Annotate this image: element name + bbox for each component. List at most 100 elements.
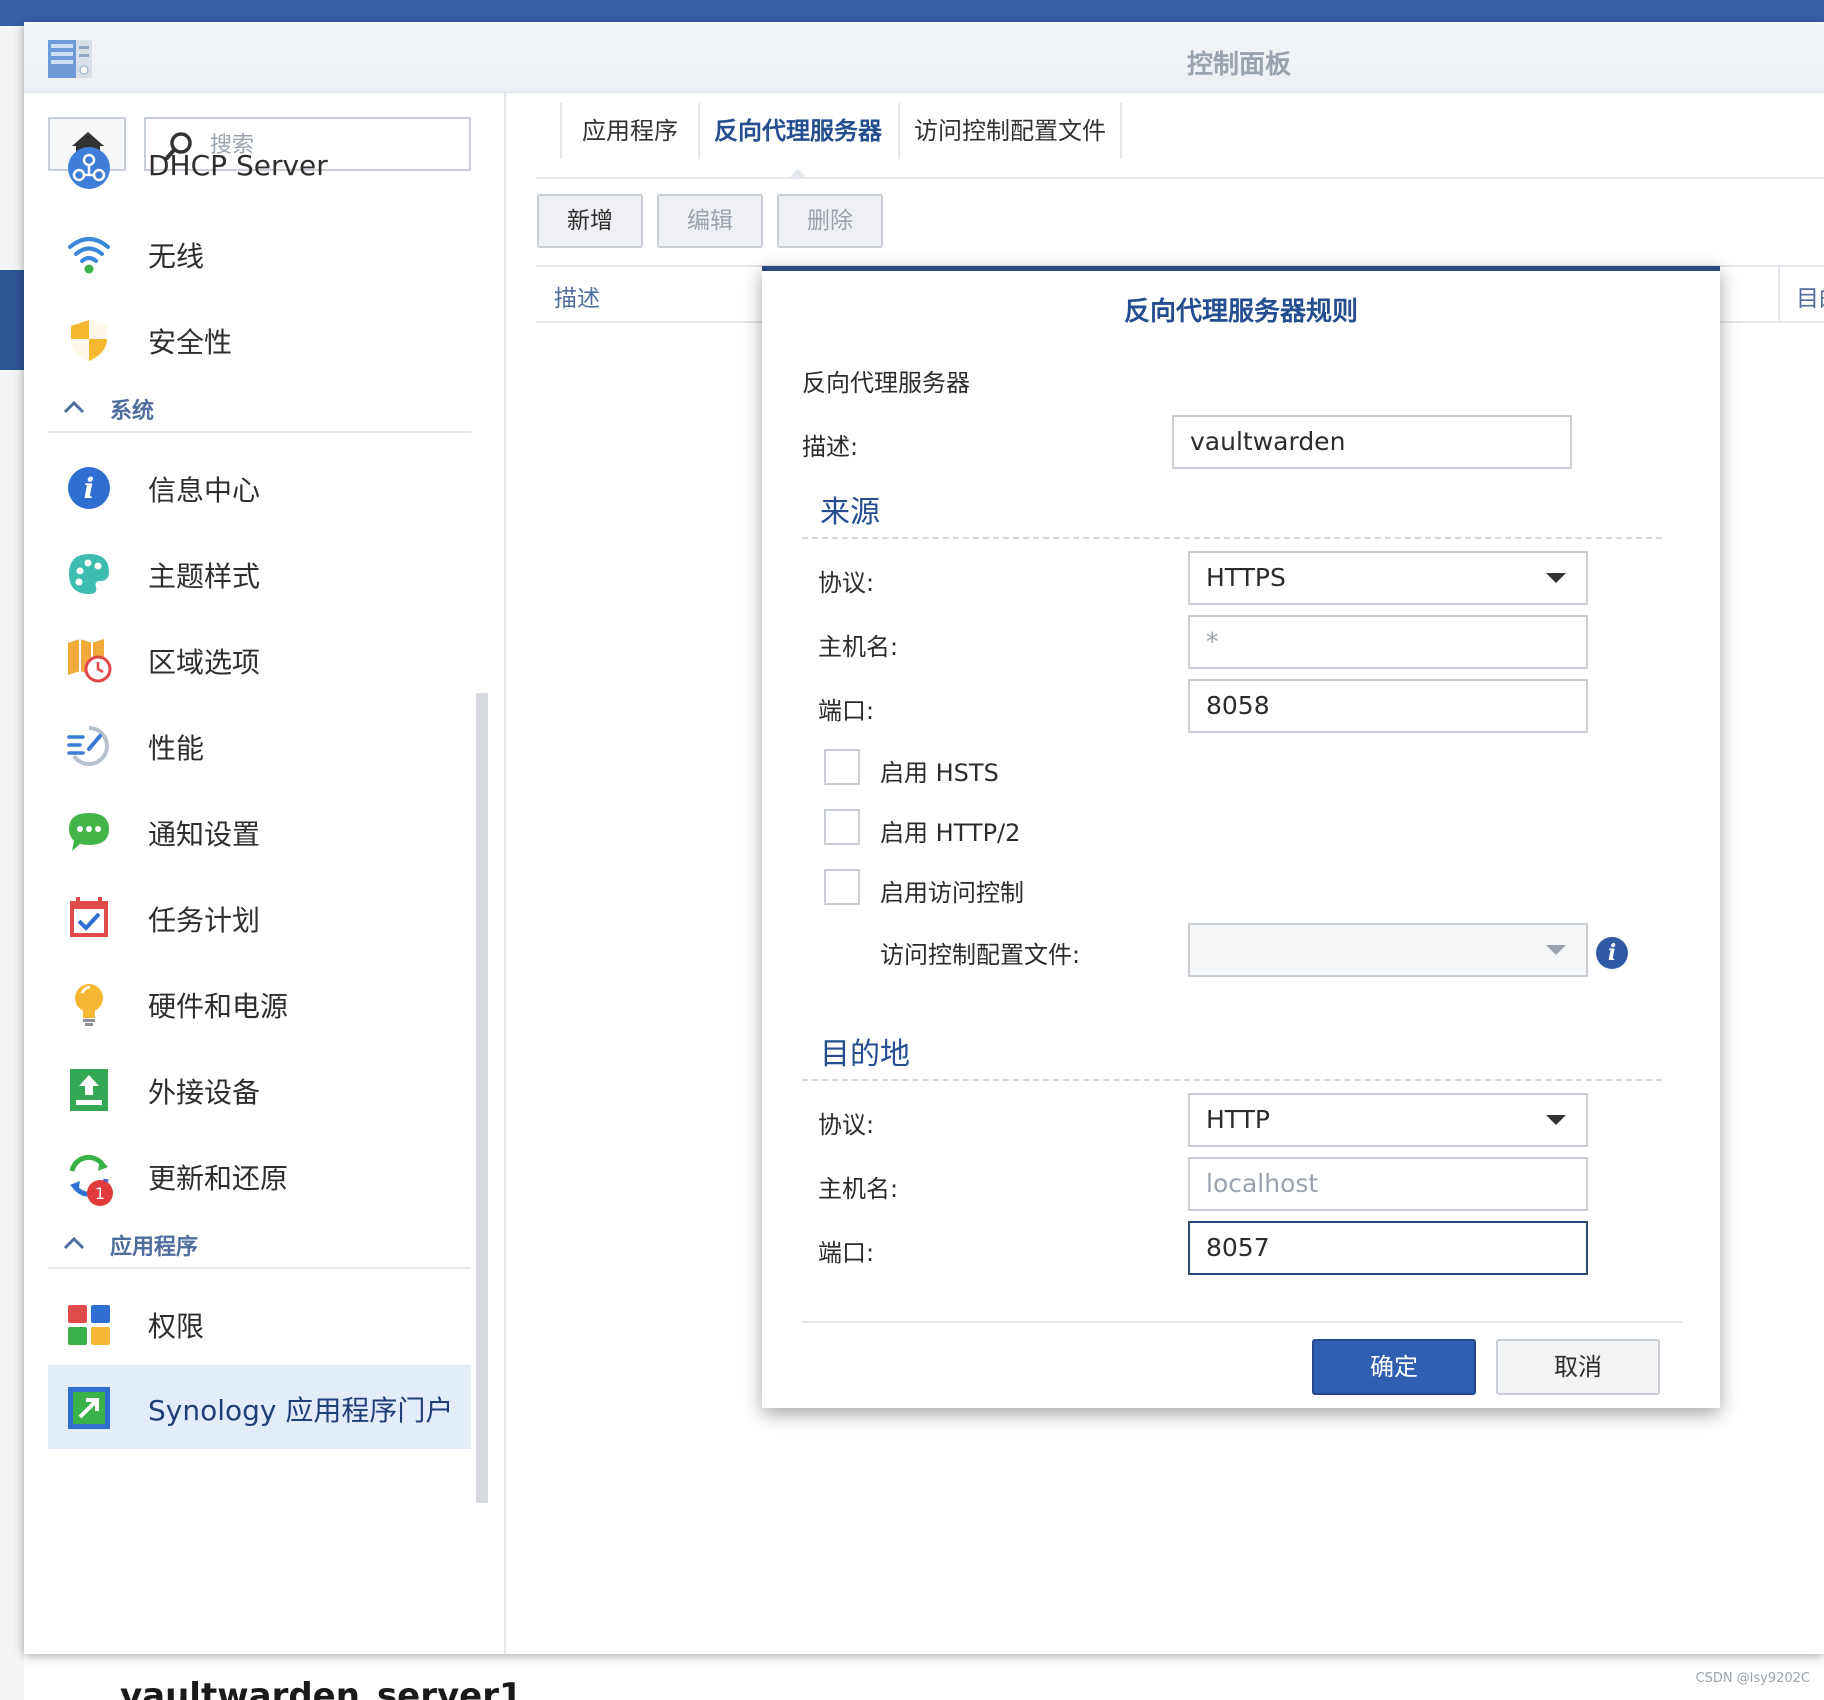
shield-icon — [71, 320, 107, 361]
sidebar-item-performance[interactable]: 性能 — [48, 705, 471, 785]
source-heading: 来源 — [820, 495, 880, 530]
sidebar-item-hardware-power[interactable]: 硬件和电源 — [48, 963, 471, 1043]
sidebar-item-label: 信息中心 — [148, 474, 261, 507]
sidebar-item-permissions[interactable]: 权限 — [48, 1283, 471, 1363]
app-portal-icon — [68, 1387, 110, 1429]
destination-section-header: 目的地 — [802, 1023, 1662, 1081]
description-label: 描述: — [802, 433, 859, 461]
access-profile-label: 访问控制配置文件: — [880, 941, 1081, 969]
dialog-subtitle: 反向代理服务器 — [802, 369, 970, 397]
access-profile-select[interactable] — [1188, 923, 1588, 977]
destination-hostname-field[interactable]: localhost — [1188, 1157, 1588, 1211]
info-center-icon: i — [68, 467, 110, 509]
info-icon[interactable]: i — [1596, 937, 1628, 969]
permissions-grid-icon — [68, 1305, 110, 1345]
enable-hsts-checkbox[interactable] — [824, 749, 860, 785]
calendar-check-icon — [70, 897, 108, 937]
dhcp-icon — [68, 147, 110, 189]
column-header-destination[interactable]: 目的地 — [1796, 279, 1824, 313]
sidebar-item-label: 外接设备 — [148, 1076, 261, 1109]
column-header-description[interactable]: 描述 — [554, 279, 600, 313]
sidebar-item-app-portal[interactable]: Synology 应用程序门户 — [48, 1365, 471, 1449]
desktop-edge-accent — [0, 270, 24, 370]
sidebar-item-label: 更新和还原 — [148, 1162, 289, 1195]
enable-http2-label: 启用 HTTP/2 — [880, 819, 1021, 847]
enable-hsts-label: 启用 HSTS — [880, 759, 999, 787]
sidebar-item-theme[interactable]: 主题样式 — [48, 533, 471, 613]
tab-applications[interactable]: 应用程序 — [560, 103, 700, 159]
sidebar-item-label: 主题样式 — [148, 560, 261, 593]
svg-text:i: i — [84, 472, 95, 505]
delete-button[interactable]: 删除 — [777, 194, 883, 248]
dialog-footer-divider — [802, 1321, 1682, 1323]
sidebar-item-label: 硬件和电源 — [148, 990, 289, 1023]
chevron-up-icon — [63, 1236, 85, 1250]
sidebar-item-label: 安全性 — [148, 326, 233, 359]
sidebar-item-update-restore[interactable]: 1 更新和还原 — [48, 1135, 471, 1215]
description-field[interactable]: vaultwarden — [1172, 415, 1572, 469]
background-window-peek: vaultwarden_server1 — [80, 1648, 680, 1700]
lightbulb-icon — [75, 984, 103, 1026]
tab-access-control-profiles[interactable]: 访问控制配置文件 — [900, 103, 1122, 159]
palette-icon — [69, 554, 109, 594]
dialog-title: 反向代理服务器规则 — [1123, 297, 1358, 327]
svg-text:1: 1 — [95, 1184, 105, 1203]
sidebar: DHCP Server 无线 安全性 系统 — [24, 93, 506, 1654]
section-header-applications[interactable]: 应用程序 — [48, 1223, 471, 1269]
sidebar-item-label: Synology 应用程序门户 — [148, 1394, 454, 1427]
sidebar-item-task-scheduler[interactable]: 任务计划 — [48, 877, 471, 957]
regional-clock-icon — [68, 639, 112, 683]
tab-bar: 应用程序 反向代理服务器 访问控制配置文件 — [536, 93, 1824, 179]
source-protocol-select[interactable]: HTTPS — [1188, 551, 1588, 605]
destination-protocol-label: 协议: — [818, 1111, 875, 1139]
background-window-title: vaultwarden_server1 — [120, 1676, 523, 1700]
section-header-system[interactable]: 系统 — [48, 387, 471, 433]
sidebar-item-label: 任务计划 — [148, 904, 261, 937]
cancel-button[interactable]: 取消 — [1496, 1339, 1660, 1395]
source-section-header: 来源 — [802, 481, 1662, 539]
wifi-icon — [68, 237, 110, 274]
tab-reverse-proxy[interactable]: 反向代理服务器 — [698, 103, 900, 179]
chevron-up-icon — [63, 400, 85, 414]
destination-port-label: 端口: — [818, 1239, 875, 1267]
window-title: 控制面板 — [1186, 50, 1291, 80]
source-protocol-value: HTTPS — [1206, 563, 1286, 592]
sidebar-item-label: 无线 — [148, 240, 205, 273]
sidebar-item-label: 通知设置 — [148, 818, 261, 851]
section-label: 系统 — [110, 399, 155, 424]
destination-port-field[interactable]: 8057 — [1188, 1221, 1588, 1275]
sidebar-scrollbar[interactable] — [476, 693, 488, 1503]
sidebar-item-external-devices[interactable]: 外接设备 — [48, 1049, 471, 1129]
source-port-label: 端口: — [818, 697, 875, 725]
add-button[interactable]: 新增 — [537, 194, 643, 248]
sidebar-item-wireless[interactable]: 无线 — [48, 213, 471, 293]
title-bar: 控制面板 — [24, 22, 1824, 93]
chevron-down-icon — [1546, 1115, 1566, 1125]
enable-http2-checkbox[interactable] — [824, 809, 860, 845]
destination-protocol-select[interactable]: HTTP — [1188, 1093, 1588, 1147]
notification-badge: 1 — [87, 1180, 113, 1206]
column-divider — [1778, 267, 1780, 321]
sidebar-item-label: 性能 — [148, 732, 205, 765]
performance-gauge-icon — [67, 726, 109, 766]
source-port-field[interactable]: 8058 — [1188, 679, 1588, 733]
sidebar-item-info-center[interactable]: i 信息中心 — [48, 447, 471, 527]
sidebar-item-notifications[interactable]: 通知设置 — [48, 791, 471, 871]
upload-device-icon — [70, 1069, 108, 1111]
ok-button[interactable]: 确定 — [1312, 1339, 1476, 1395]
sidebar-item-dhcp-server[interactable]: DHCP Server — [48, 127, 471, 207]
source-hostname-field[interactable]: * — [1188, 615, 1588, 669]
sidebar-item-label: 权限 — [148, 1310, 205, 1343]
watermark: CSDN @lsy9202C — [1695, 1671, 1810, 1686]
edit-button[interactable]: 编辑 — [657, 194, 763, 248]
chevron-down-icon — [1546, 573, 1566, 583]
sidebar-item-security[interactable]: 安全性 — [48, 299, 471, 379]
sidebar-item-label: 区域选项 — [148, 646, 261, 679]
sidebar-item-label: DHCP Server — [148, 149, 328, 182]
destination-heading: 目的地 — [820, 1037, 910, 1072]
chat-bubble-icon — [69, 813, 109, 851]
enable-access-control-checkbox[interactable] — [824, 869, 860, 905]
source-hostname-label: 主机名: — [818, 633, 899, 661]
sidebar-item-regional[interactable]: 区域选项 — [48, 619, 471, 699]
destination-hostname-label: 主机名: — [818, 1175, 899, 1203]
